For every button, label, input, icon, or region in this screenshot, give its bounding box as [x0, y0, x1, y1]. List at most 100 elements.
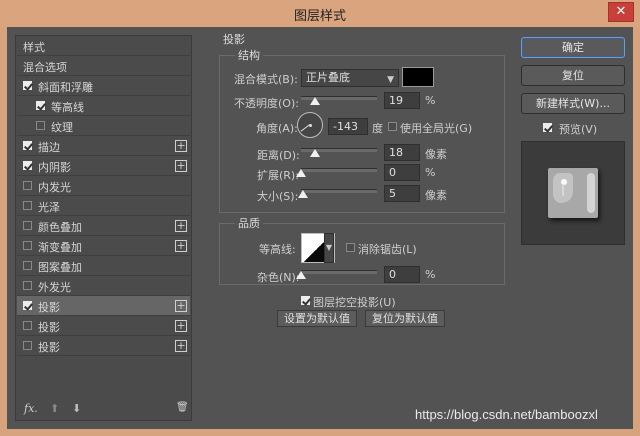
drop-shadow-3-label: 投影: [38, 341, 60, 354]
spread-slider[interactable]: [296, 168, 377, 177]
pattern-overlay-label: 图案叠加: [38, 261, 82, 274]
opacity-slider[interactable]: [301, 96, 377, 105]
drop-shadow-row-3[interactable]: 投影 +: [17, 336, 190, 356]
styles-list-label: 样式: [23, 41, 45, 54]
texture-row[interactable]: 纹理: [17, 116, 190, 136]
pattern-overlay-row[interactable]: 图案叠加: [17, 256, 190, 276]
drop-shadow-row-2[interactable]: 投影 +: [17, 316, 190, 336]
blend-mode-select[interactable]: 正片叠底 ▼: [301, 69, 399, 87]
drop-shadow-row-1[interactable]: 投影 +: [17, 296, 190, 316]
drop-shadow-2-checkbox[interactable]: [23, 321, 32, 330]
noise-input[interactable]: 0: [384, 266, 420, 283]
opacity-slider-thumb[interactable]: [310, 97, 321, 105]
styles-list-footer: fx. ⬆ ⬇ 🗑: [16, 398, 191, 420]
title-bar: 图层样式 ✕: [0, 0, 640, 27]
quality-title: 品质: [235, 215, 263, 231]
inner-shadow-row[interactable]: 内阴影 +: [17, 156, 190, 176]
inner-glow-row[interactable]: 内发光: [17, 176, 190, 196]
contour-row[interactable]: 等高线: [17, 96, 190, 116]
spread-slider-thumb[interactable]: [296, 169, 306, 177]
global-light-checkbox[interactable]: [388, 122, 397, 131]
move-up-icon[interactable]: ⬆: [50, 402, 59, 415]
angle-input[interactable]: -143: [328, 118, 368, 135]
add-color-overlay-icon[interactable]: +: [175, 220, 187, 232]
fx-icon[interactable]: fx.: [24, 402, 38, 415]
structure-title: 结构: [235, 47, 263, 63]
outer-glow-row[interactable]: 外发光: [17, 276, 190, 296]
texture-checkbox[interactable]: [36, 121, 45, 130]
preview-checkbox[interactable]: [543, 123, 552, 132]
noise-unit: %: [425, 268, 436, 281]
add-stroke-icon[interactable]: +: [175, 140, 187, 152]
global-light-label: 使用全局光(G): [400, 122, 473, 135]
spread-input[interactable]: 0: [384, 164, 420, 181]
contour-checkbox[interactable]: [36, 101, 45, 110]
drop-shadow-title: 投影: [223, 33, 245, 46]
inner-shadow-checkbox[interactable]: [23, 161, 32, 170]
distance-slider[interactable]: [301, 148, 377, 157]
inner-glow-label: 内发光: [38, 181, 71, 194]
close-button[interactable]: ✕: [608, 2, 634, 22]
size-slider-thumb[interactable]: [297, 190, 308, 198]
opacity-input[interactable]: 19: [384, 92, 420, 109]
new-style-button[interactable]: 新建样式(W)...: [521, 93, 625, 114]
texture-label: 纹理: [51, 121, 73, 134]
bevel-emboss-label: 斜面和浮雕: [38, 81, 93, 94]
angle-label: 角度(A):: [256, 122, 298, 135]
size-input[interactable]: 5: [384, 185, 420, 202]
bevel-emboss-row[interactable]: 斜面和浮雕: [17, 76, 190, 96]
styles-header-row[interactable]: 样式: [17, 36, 190, 56]
blending-options-label: 混合选项: [23, 61, 67, 74]
noise-slider-thumb[interactable]: [296, 271, 306, 279]
move-down-icon[interactable]: ⬇: [72, 402, 81, 415]
stroke-checkbox[interactable]: [23, 141, 32, 150]
blend-mode-value: 正片叠底: [306, 71, 350, 84]
size-slider[interactable]: [297, 189, 377, 198]
color-overlay-checkbox[interactable]: [23, 221, 32, 230]
preview-shape: [548, 168, 598, 218]
drop-shadow-3-checkbox[interactable]: [23, 341, 32, 350]
blending-options-row[interactable]: 混合选项: [17, 56, 190, 76]
gradient-overlay-checkbox[interactable]: [23, 241, 32, 250]
angle-dial[interactable]: [297, 112, 323, 138]
satin-label: 光泽: [38, 201, 60, 214]
stroke-row[interactable]: 描边 +: [17, 136, 190, 156]
add-drop-shadow-2-icon[interactable]: +: [175, 320, 187, 332]
inner-glow-checkbox[interactable]: [23, 181, 32, 190]
add-gradient-overlay-icon[interactable]: +: [175, 240, 187, 252]
distance-slider-thumb[interactable]: [309, 149, 320, 157]
add-inner-shadow-icon[interactable]: +: [175, 160, 187, 172]
set-default-button[interactable]: 设置为默认值: [277, 310, 357, 327]
drop-shadow-1-label: 投影: [38, 301, 60, 314]
satin-row[interactable]: 光泽: [17, 196, 190, 216]
add-drop-shadow-1-icon[interactable]: +: [175, 300, 187, 312]
reset-button[interactable]: 复位: [521, 65, 625, 86]
preview-edge-highlight: [587, 173, 595, 213]
noise-slider[interactable]: [296, 270, 377, 279]
ok-button[interactable]: 确定: [521, 37, 625, 58]
distance-label: 距离(D):: [257, 149, 300, 162]
outer-glow-checkbox[interactable]: [23, 281, 32, 290]
color-overlay-row[interactable]: 颜色叠加 +: [17, 216, 190, 236]
angle-unit: 度: [372, 122, 383, 135]
antialias-label: 消除锯齿(L): [358, 243, 417, 256]
reset-default-button[interactable]: 复位为默认值: [365, 310, 445, 327]
opacity-label: 不透明度(O):: [234, 97, 299, 110]
pattern-overlay-checkbox[interactable]: [23, 261, 32, 270]
gradient-overlay-row[interactable]: 渐变叠加 +: [17, 236, 190, 256]
antialias-checkbox[interactable]: [346, 243, 355, 252]
inner-shadow-label: 内阴影: [38, 161, 71, 174]
satin-checkbox[interactable]: [23, 201, 32, 210]
knockout-checkbox[interactable]: [301, 296, 310, 305]
bevel-emboss-checkbox[interactable]: [23, 81, 32, 90]
contour-dropdown-icon[interactable]: ▼: [324, 233, 334, 263]
contour-label: 等高线: [51, 101, 84, 114]
styles-list: 样式 混合选项 斜面和浮雕 等高线 纹理 描边 + 内阴影 + 内发光 光泽 颜…: [15, 35, 192, 421]
distance-input[interactable]: 18: [384, 144, 420, 161]
dialog-body: 样式 混合选项 斜面和浮雕 等高线 纹理 描边 + 内阴影 + 内发光 光泽 颜…: [7, 27, 633, 429]
shadow-color-swatch[interactable]: [402, 67, 434, 87]
trash-icon[interactable]: 🗑: [176, 402, 189, 413]
drop-shadow-1-checkbox[interactable]: [23, 301, 32, 310]
knockout-label: 图层挖空投影(U): [313, 296, 396, 309]
add-drop-shadow-3-icon[interactable]: +: [175, 340, 187, 352]
